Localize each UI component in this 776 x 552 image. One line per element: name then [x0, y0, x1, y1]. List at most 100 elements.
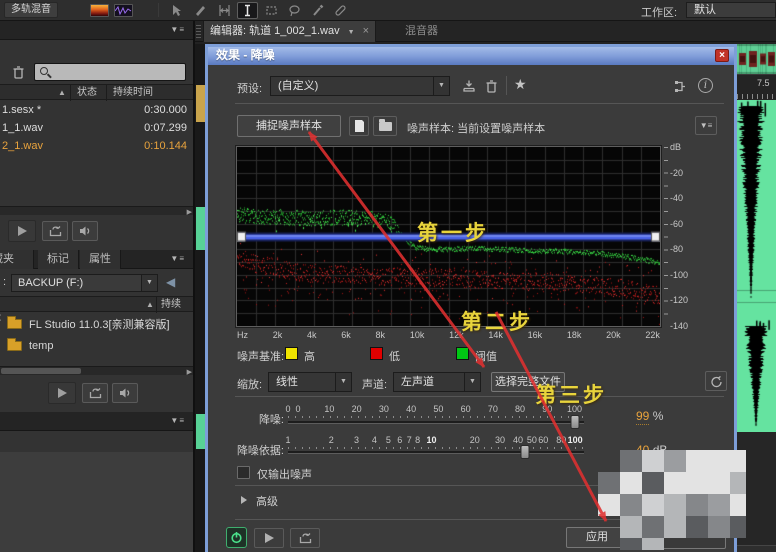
file-row[interactable]: 1.sesx * 0:30.000	[0, 102, 193, 119]
marquee-tool-icon[interactable]	[261, 2, 282, 19]
chevron-down-icon: ▼	[464, 373, 480, 391]
output-noise-only-checkbox[interactable]	[237, 466, 250, 479]
mosaic-cell	[642, 494, 664, 516]
nrby-slider-scale: 1234567810203040506080100	[288, 435, 584, 445]
folder-row[interactable]: temp	[0, 336, 193, 356]
file-row[interactable]: 1_1.wav 0:07.299	[0, 120, 193, 137]
preset-label: 预设:	[237, 80, 262, 96]
dialog-titlebar[interactable]: 效果 - 降噪	[208, 47, 734, 65]
effect-power-toggle[interactable]	[226, 527, 247, 548]
speaker-button[interactable]	[72, 221, 98, 241]
loop-playback-button[interactable]	[42, 221, 68, 241]
slider-scale-number: 20	[352, 404, 362, 414]
tab-markers[interactable]: 标记	[38, 250, 79, 269]
selection-panel-header[interactable]: 选区	[737, 545, 776, 552]
preview-play-button[interactable]	[254, 528, 284, 548]
nrby-slider-handle[interactable]	[520, 445, 529, 459]
multitrack-button[interactable]: 多轨混音	[4, 2, 58, 18]
slider-scale-number: 6	[397, 435, 402, 445]
load-sample-icon[interactable]	[373, 116, 397, 136]
panel-grip[interactable]	[196, 25, 201, 39]
tab-editor[interactable]: 编辑器: 轨道 1_002_1.wav▼×	[203, 21, 376, 42]
preset-dropdown[interactable]: (自定义) ▼	[270, 76, 450, 96]
brush-tool-icon[interactable]	[307, 2, 328, 19]
apply-button[interactable]: 应用	[566, 527, 628, 548]
scroll-right-icon[interactable]: ▶	[187, 368, 192, 376]
y-axis-label: -20	[670, 168, 683, 178]
tab-favorites[interactable]: 收藏夹	[0, 250, 34, 269]
duration-column-header: 持续	[161, 297, 181, 312]
separator	[235, 396, 724, 397]
panel-menu-icon[interactable]: ▼≡	[170, 416, 185, 425]
panel-menu-icon[interactable]: ▼≡	[170, 254, 185, 263]
workspace-dropdown[interactable]: 默认	[686, 2, 776, 18]
files-list-header[interactable]: ▲ 状态 持续时间	[0, 84, 193, 100]
save-preset-icon[interactable]	[460, 77, 478, 95]
time-selection-tool-icon[interactable]	[214, 2, 235, 19]
search-input[interactable]	[34, 63, 186, 81]
x-axis-label: 10k	[410, 330, 425, 340]
main-waveform[interactable]	[737, 100, 776, 432]
folder-row[interactable]: FL Studio 11.0.3[亲测兼容版]	[0, 314, 193, 334]
slider-scale-number: 40	[406, 404, 416, 414]
close-tab-icon[interactable]: ×	[363, 25, 369, 37]
speaker-button[interactable]	[112, 383, 138, 403]
drive-dropdown[interactable]: BACKUP (F:) ▼	[11, 274, 158, 292]
browser-scrollbar[interactable]: ▶	[0, 366, 193, 375]
sample-menu-icon[interactable]: ▼≡	[695, 116, 717, 135]
step2-annotation: 第二步	[461, 306, 533, 336]
favorite-star-icon[interactable]: ★	[514, 76, 527, 93]
play-button[interactable]	[8, 220, 36, 242]
back-arrow-icon[interactable]: ◀	[166, 275, 175, 289]
scrollbar-thumb[interactable]	[1, 368, 81, 374]
mosaic-cell	[642, 516, 664, 538]
mosaic-cell	[620, 450, 642, 472]
capture-noise-sample-button[interactable]: 捕捉噪声样本	[237, 115, 341, 137]
delete-preset-icon[interactable]	[482, 77, 500, 95]
play-icon	[265, 533, 274, 543]
scale-label: 缩放:	[237, 376, 262, 392]
channel-dropdown[interactable]: 左声道▼	[393, 372, 481, 392]
spectral-view-icon[interactable]	[90, 4, 109, 17]
healing-brush-tool-icon[interactable]	[330, 2, 351, 19]
reset-icon[interactable]	[705, 371, 727, 391]
y-axis-label: -140	[670, 321, 688, 331]
x-axis-label: 8k	[376, 330, 386, 340]
x-axis-label: 22k	[645, 330, 660, 340]
delete-file-icon[interactable]	[12, 65, 25, 79]
browser-list-header[interactable]: 名称 ▲ 持续	[0, 296, 193, 312]
files-scrollbar[interactable]: ▶	[0, 206, 193, 215]
routing-icon[interactable]	[672, 78, 688, 94]
waveform-view-icon[interactable]	[114, 4, 133, 17]
expand-advanced-icon[interactable]	[241, 496, 247, 504]
loop-playback-button[interactable]	[82, 383, 108, 403]
advanced-label[interactable]: 高级	[256, 493, 278, 509]
scale-dropdown[interactable]: 线性▼	[268, 372, 352, 392]
razor-tool-icon[interactable]	[190, 2, 211, 19]
info-icon[interactable]: i	[698, 78, 713, 93]
dialog-close-icon[interactable]: ×	[715, 49, 729, 62]
save-sample-icon[interactable]	[349, 116, 369, 136]
nr-slider-handle[interactable]	[571, 415, 580, 429]
timeline-ruler[interactable]: 7.5	[737, 74, 776, 99]
play-button[interactable]	[48, 382, 76, 404]
mosaic-cell	[730, 450, 746, 472]
ibeam-tool-icon[interactable]	[237, 2, 258, 19]
lasso-tool-icon[interactable]	[284, 2, 305, 19]
sort-arrow-icon: ▲	[58, 85, 66, 100]
panel-menu-icon[interactable]: ▼≡	[170, 25, 185, 34]
files-transport	[0, 217, 193, 247]
tab-mixer[interactable]: 混音器	[395, 21, 448, 42]
scroll-right-icon[interactable]: ▶	[187, 208, 192, 216]
nr-slider[interactable]	[288, 421, 584, 424]
move-tool-icon[interactable]	[166, 2, 187, 19]
preview-loop-button[interactable]	[290, 528, 320, 548]
nrby-slider[interactable]	[288, 451, 584, 454]
x-axis-label: 20k	[606, 330, 621, 340]
overview-waveform[interactable]	[737, 44, 776, 74]
slider-scale-number: 4	[372, 435, 377, 445]
file-row-selected[interactable]: 2_1.wav 0:10.144	[0, 138, 193, 155]
mosaic-cell	[730, 494, 746, 516]
x-axis-label: Hz	[237, 330, 248, 340]
tab-properties[interactable]: 属性	[80, 250, 121, 269]
